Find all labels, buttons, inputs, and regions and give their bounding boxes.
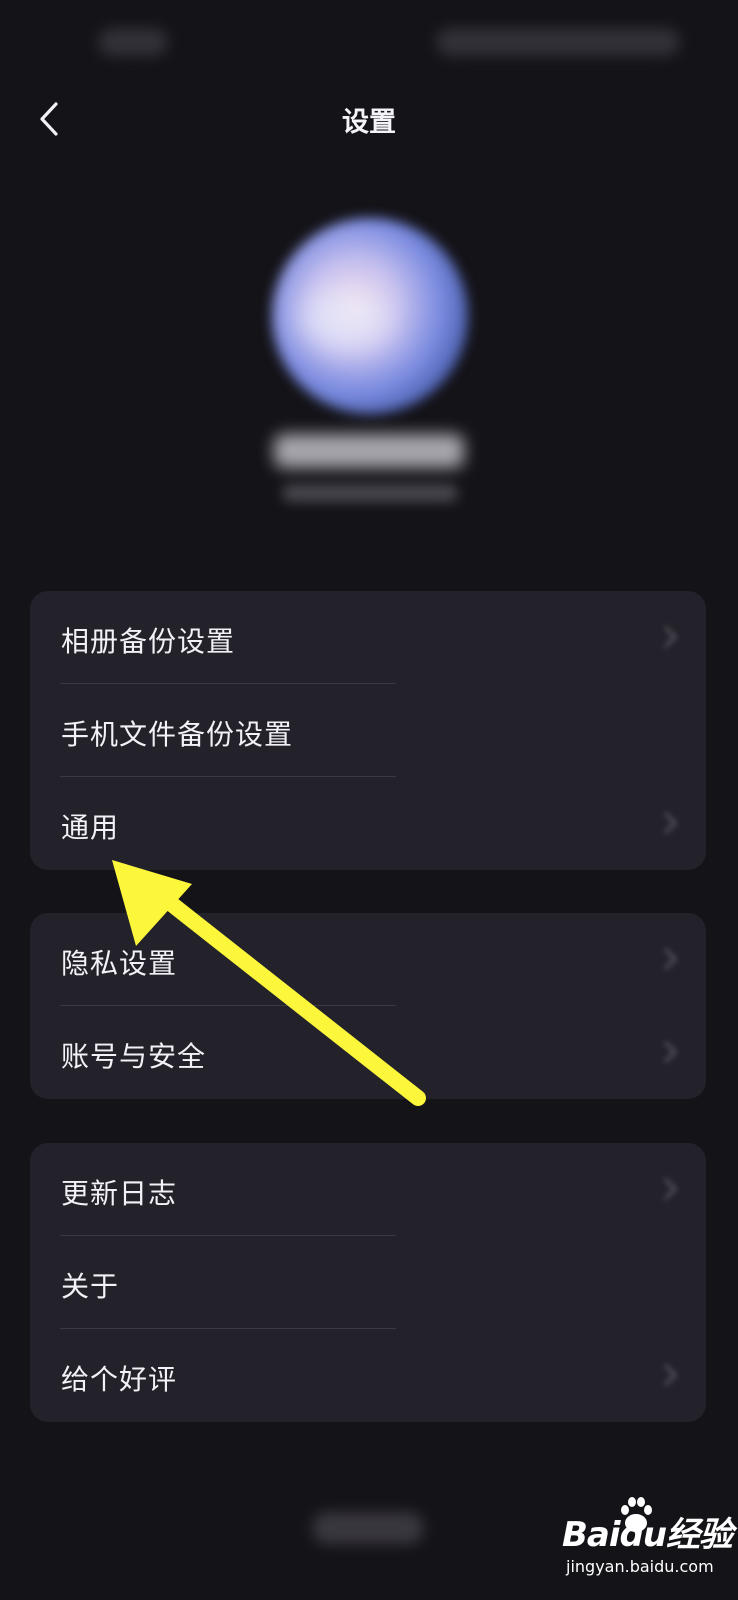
page-title: 设置 (342, 107, 396, 138)
watermark-site: jingyan.baidu.com (566, 1557, 714, 1576)
chevron-right-icon (663, 1177, 678, 1201)
settings-item-account-security[interactable]: 账号与安全 (30, 1006, 706, 1099)
status-bar (0, 0, 738, 90)
chevron-right-icon (663, 1040, 678, 1064)
chevron-right-icon (663, 811, 678, 835)
settings-item-label: 更新日志 (61, 1177, 178, 1210)
settings-item-album-backup[interactable]: 相册备份设置 (30, 591, 706, 684)
chevron-right-icon (663, 1363, 678, 1387)
settings-item-phone-file-backup[interactable]: 手机文件备份设置 (30, 684, 706, 777)
settings-item-label: 账号与安全 (61, 1040, 207, 1073)
baidu-watermark: Baidu经验 jingyan.baidu.com (562, 1495, 733, 1595)
settings-item-label: 关于 (61, 1270, 120, 1303)
logout-button-blurred[interactable] (312, 1512, 424, 1544)
settings-item-rate[interactable]: 给个好评 (30, 1329, 706, 1422)
settings-item-label: 相册备份设置 (61, 625, 236, 658)
chevron-right-icon (663, 625, 678, 649)
settings-item-privacy[interactable]: 隐私设置 (30, 913, 706, 1006)
chevron-right-icon (663, 947, 678, 971)
settings-item-general[interactable]: 通用 (30, 777, 706, 870)
settings-group-backup: 相册备份设置 手机文件备份设置 通用 (30, 591, 706, 870)
profile-section[interactable] (0, 218, 738, 518)
settings-item-label: 手机文件备份设置 (61, 718, 294, 751)
header: 设置 (0, 90, 738, 150)
settings-group-about: 更新日志 关于 给个好评 (30, 1143, 706, 1422)
settings-item-label: 隐私设置 (61, 947, 178, 980)
status-icons-blurred (436, 28, 680, 56)
avatar-highlight (300, 288, 390, 348)
settings-item-label: 给个好评 (61, 1363, 178, 1396)
paw-icon (621, 1497, 652, 1532)
settings-item-about[interactable]: 关于 (30, 1236, 706, 1329)
settings-item-changelog[interactable]: 更新日志 (30, 1143, 706, 1236)
status-time-blurred (98, 28, 168, 56)
settings-group-account: 隐私设置 账号与安全 (30, 913, 706, 1099)
user-id-blurred (282, 484, 458, 502)
settings-item-label: 通用 (61, 811, 120, 844)
nickname-blurred (274, 434, 464, 468)
